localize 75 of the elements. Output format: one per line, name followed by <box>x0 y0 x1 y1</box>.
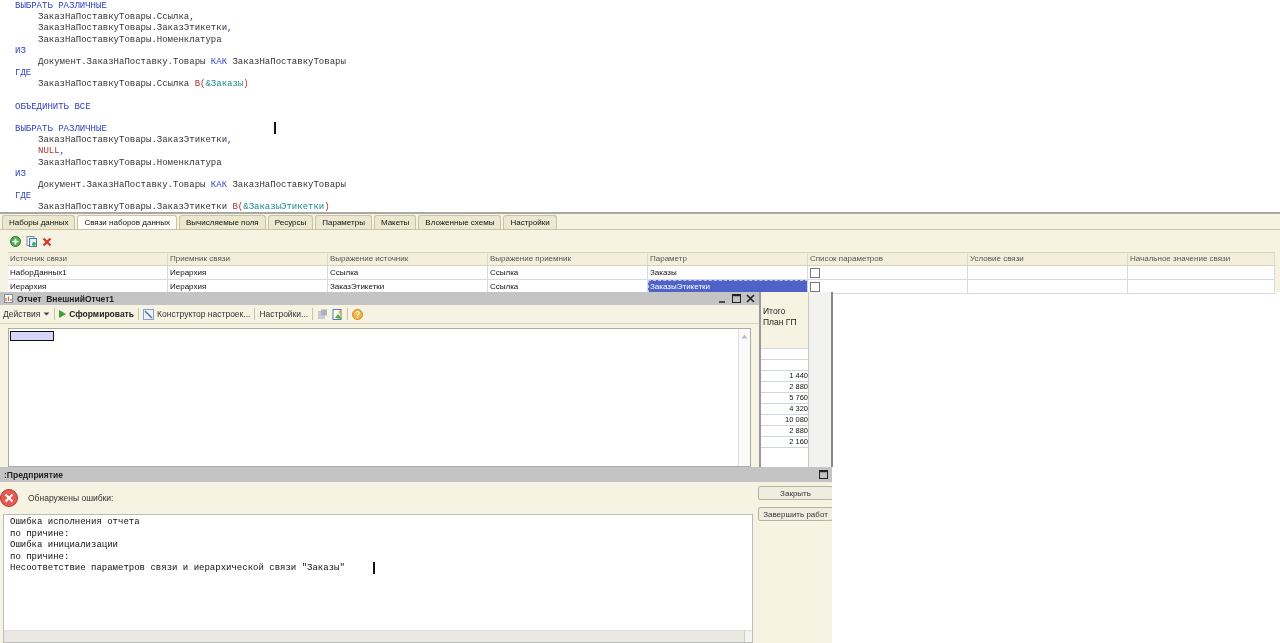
copy-icon[interactable] <box>26 236 37 247</box>
current-cell[interactable] <box>10 331 54 341</box>
code-line: Документ.ЗаказНаПоставку.Товары КАК ЗаказНаПоставкуТовары <box>37 56 346 69</box>
window-title: Отчет ВнешнийОтчет1 <box>17 293 115 304</box>
add-icon[interactable] <box>10 236 21 247</box>
tab[interactable]: Макеты <box>373 215 417 229</box>
tab[interactable]: Вычисляемые поля <box>179 215 266 229</box>
table-cell[interactable]: Ссылка <box>488 266 648 279</box>
designer-button[interactable]: Конструктор настроек... <box>143 308 251 320</box>
details-line: по причине: <box>10 551 70 563</box>
tab[interactable]: Ресурсы <box>267 215 314 229</box>
code-line: ГДЕ <box>15 191 32 203</box>
header-text: План ГП <box>763 317 798 328</box>
details-line: Ошибка исполнения отчета <box>10 517 140 529</box>
table-cell[interactable]: НаборДанных1 <box>8 266 168 279</box>
checkbox[interactable] <box>810 282 820 292</box>
actions-menu[interactable]: Действия <box>3 309 51 319</box>
code-line: ЗаказНаПоставкуТовары.Ссылка, <box>37 12 195 24</box>
delete-icon[interactable] <box>42 236 52 247</box>
code-line: ИЗ <box>15 168 26 180</box>
code-line: ВЫБРАТЬ РАЗЛИЧНЫЕ <box>15 1 107 13</box>
code-line: ГДЕ <box>15 68 32 80</box>
maximize-icon[interactable] <box>819 470 828 479</box>
report-icon <box>4 294 13 303</box>
links-table[interactable] <box>8 252 1275 294</box>
code-line: ОБЪЕДИНИТЬ ВСЕ <box>15 101 91 113</box>
details-field[interactable]: Ошибка исполнения отчета по причине: Ошибка инициализации по причине: Несоответствие параметров связи и иерархической связи "Заказы" <box>3 514 753 643</box>
scrollbar[interactable] <box>738 329 750 466</box>
table-cell[interactable]: Заказы <box>648 266 808 279</box>
text-cursor <box>373 562 375 574</box>
error-message: Обнаружены ошибки: <box>28 493 114 503</box>
column-header[interactable]: Начальное значение связи <box>1128 253 1275 265</box>
table-cell[interactable]: Ссылка <box>328 266 488 279</box>
settings-button[interactable]: Настройки... <box>259 309 309 319</box>
column-header[interactable]: Выражение приемник <box>488 253 648 265</box>
code-line: ЗаказНаПоставкуТовары.Ссылка В(&Заказы) <box>37 79 249 91</box>
details-line: Несоответствие параметров связи и иерархической связи "Заказы" <box>10 563 345 575</box>
code-line: ВЫБРАТЬ РАЗЛИЧНЫЕ <box>15 124 107 136</box>
generate-button[interactable]: Сформировать <box>59 309 134 319</box>
details-line: Ошибка инициализации <box>10 540 119 552</box>
tab[interactable]: Вложенные схемы <box>418 215 502 229</box>
details-line: по причине: <box>10 528 70 540</box>
column-header[interactable]: Источник связи <box>8 253 168 265</box>
caret-icon <box>43 312 51 316</box>
text-cursor <box>274 122 276 134</box>
code-line: ЗаказНаПоставкуТовары.ЗаказЭтикетки, <box>37 135 233 147</box>
code-line: NULL, <box>37 146 65 158</box>
column-header[interactable]: Список параметров <box>808 253 968 265</box>
tab[interactable]: Параметры <box>315 215 372 229</box>
header-text: Итого <box>763 306 787 317</box>
code-line: ЗаказНаПоставкуТовары.ЗаказЭтикетки В(&ЗаказыЭтикетки) <box>37 202 330 212</box>
document-icon[interactable] <box>332 308 344 320</box>
column-header[interactable]: Выражение источник <box>328 253 488 265</box>
code-line: ЗаказНаПоставкуТовары.ЗаказЭтикетки, <box>37 23 233 35</box>
code-line: ЗаказНаПоставкуТовары.Номенклатура <box>37 34 222 46</box>
table-cell[interactable]: Иерархия <box>168 266 328 279</box>
code-line: ИЗ <box>15 45 26 57</box>
exit-button[interactable]: Завершить работ <box>758 507 832 521</box>
error-icon <box>0 487 18 509</box>
column-header[interactable]: Условие связи <box>968 253 1128 265</box>
help-icon[interactable] <box>352 308 364 320</box>
close-icon[interactable] <box>746 294 755 303</box>
tab[interactable]: Наборы данных <box>2 215 76 229</box>
pencil-icon <box>143 308 154 320</box>
code-line: ЗаказНаПоставкуТовары.Номенклатура <box>37 157 222 169</box>
column-header[interactable]: Приемник связи <box>168 253 328 265</box>
tab[interactable]: Настройки <box>503 215 557 229</box>
code-line: Документ.ЗаказНаПоставку.Товары КАК ЗаказНаПоставкуТовары <box>37 180 346 192</box>
dialog-title: :Предприятие <box>4 469 63 480</box>
column-header[interactable]: Параметр <box>648 253 808 265</box>
play-icon <box>59 310 67 318</box>
checkbox[interactable] <box>810 268 820 278</box>
maximize-icon[interactable] <box>732 294 741 303</box>
tab[interactable]: Связи наборов данных <box>77 215 177 229</box>
close-button[interactable]: Закрыть <box>758 486 832 500</box>
